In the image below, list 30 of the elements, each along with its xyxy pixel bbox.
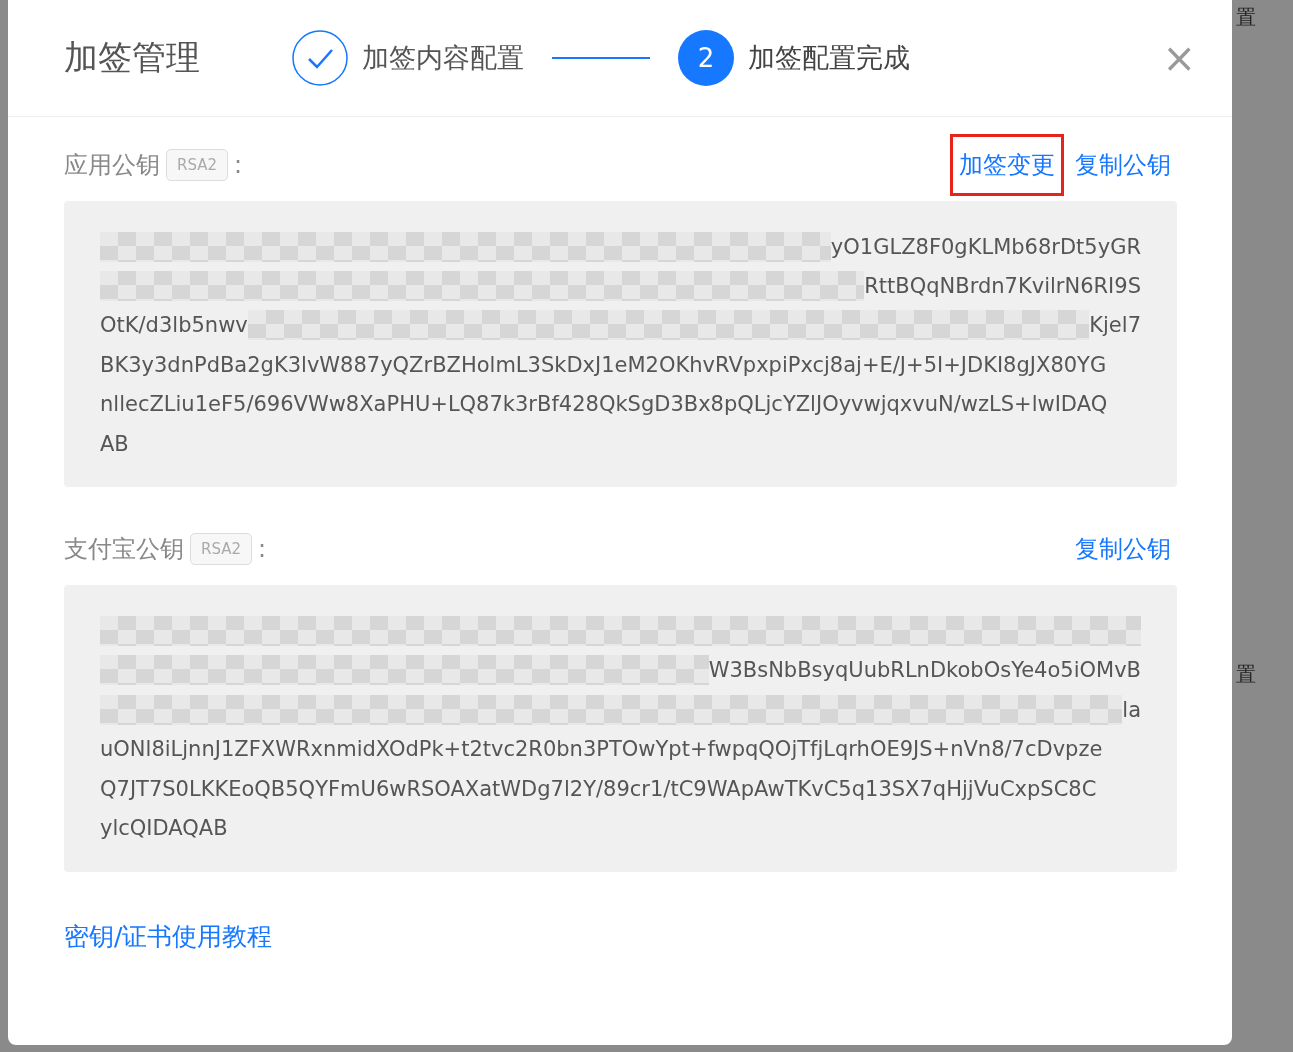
key-text: Q7JT7S0LKKEoQB5QYFmU6wRSOAXatWDg7l2Y/89cr1/tC9WApAwTKvC5q13SX7qHjjVuCxpSC8C: [100, 776, 1097, 801]
step-label: 加签配置完成: [748, 41, 910, 75]
key-text: RttBQqNBrdn7KvilrN6RI9S: [864, 274, 1141, 299]
key-text: W3BsNbBsyqUubRLnDkobOsYe4o5iOMvB: [708, 658, 1141, 683]
colon-text: :: [234, 151, 243, 179]
colon-text: :: [258, 535, 267, 564]
key-text: yO1GLZ8F0gKLMb68rDt5yGR: [830, 234, 1141, 259]
action-link[interactable]: 加签变更: [953, 137, 1061, 193]
dialog-title: 加签管理: [64, 36, 201, 79]
key-label: 支付宝公钥: [64, 534, 184, 566]
key-type-tag: RSA2: [166, 149, 229, 181]
key-text: Kjel7: [1089, 313, 1141, 338]
tutorial-link[interactable]: 密钥/证书使用教程: [64, 919, 273, 953]
key-text: BK3y3dnPdBa2gK3lvW887yQZrBZHolmL3SkDxJ1eM2OKhvRVpxpiPxcj8aj+E/J+5I+JDKI8gJX80YG: [100, 352, 1107, 377]
key-text: OtK/d3lb5nwv: [100, 313, 248, 338]
key-text: AB: [100, 431, 129, 456]
key-text: la: [1122, 697, 1141, 722]
check-step-icon: [292, 30, 348, 86]
step-number: 2: [678, 30, 734, 86]
close-button[interactable]: ×: [1162, 38, 1196, 78]
action-link[interactable]: 复制公钥: [1069, 529, 1177, 570]
action-link[interactable]: 复制公钥: [1069, 145, 1177, 185]
key-label: 应用公钥: [64, 150, 160, 181]
key-type-tag: RSA2: [190, 533, 253, 566]
key-text: nllecZLiu1eF5/696VWw8XaPHU+LQ87k3rBf428QkSgD3Bx8pQLjcYZlJOyvwjqxvuN/wzLS+lwIDAQ: [100, 392, 1108, 417]
step-label: 加签内容配置: [362, 41, 524, 75]
key-text: ylcQIDAQAB: [100, 816, 228, 840]
background-text: 置: [1236, 661, 1256, 688]
background-text: 置: [1236, 4, 1256, 31]
key-text: uONl8iLjnnJ1ZFXWRxnmidXOdPk+t2tvc2R0bn3PTOwYpt+fwpqQOjTfjLqrhOE9JS+nVn8/7cDvpze: [100, 737, 1103, 762]
